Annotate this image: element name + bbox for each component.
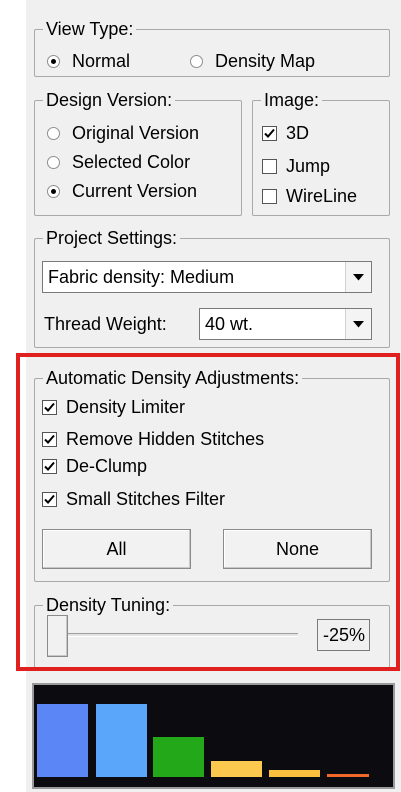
- radio-original-version-label: Original Version: [72, 122, 200, 143]
- all-button[interactable]: All: [42, 529, 191, 569]
- checkbox-wireline-label: WireLine: [286, 185, 358, 206]
- chevron-down-icon[interactable]: [345, 262, 371, 292]
- checkbox-3d-label: 3D: [286, 122, 310, 143]
- design-version-legend: Design Version:: [43, 89, 176, 111]
- histogram-bar: [269, 770, 320, 777]
- checkbox-density-limiter[interactable]: Density Limiter: [42, 396, 185, 418]
- radio-density-map-indicator[interactable]: [190, 54, 203, 68]
- checkbox-remove-hidden-stitches-box[interactable]: [42, 431, 57, 447]
- thread-weight-label: Thread Weight:: [44, 313, 167, 335]
- radio-normal[interactable]: Normal: [47, 50, 130, 72]
- checkbox-small-stitches-filter-box[interactable]: [42, 491, 57, 507]
- histogram-bar: [37, 704, 88, 777]
- radio-current-version-label: Current Version: [72, 180, 198, 201]
- checkbox-de-clump[interactable]: De-Clump: [42, 455, 147, 477]
- density-tuning-slider-thumb[interactable]: [47, 615, 68, 657]
- radio-original-version-indicator[interactable]: [47, 126, 60, 140]
- radio-selected-color[interactable]: Selected Color: [47, 151, 190, 173]
- radio-selected-color-indicator[interactable]: [47, 155, 60, 169]
- checkbox-small-stitches-filter[interactable]: Small Stitches Filter: [42, 488, 225, 510]
- checkbox-de-clump-label: De-Clump: [66, 455, 148, 476]
- density-tuning-slider-track[interactable]: [56, 633, 298, 637]
- image-legend: Image:: [261, 89, 323, 111]
- radio-selected-color-label: Selected Color: [72, 151, 191, 172]
- radio-original-version[interactable]: Original Version: [47, 122, 199, 144]
- checkbox-density-limiter-label: Density Limiter: [66, 396, 186, 417]
- checkbox-de-clump-box[interactable]: [42, 458, 57, 474]
- thread-weight-select[interactable]: 40 wt.: [199, 308, 372, 340]
- histogram-bar: [211, 761, 262, 777]
- fabric-density-value: Fabric density: Medium: [48, 266, 235, 287]
- thread-weight-label-text: Thread Weight:: [44, 313, 167, 334]
- checkbox-wireline-box[interactable]: [262, 188, 277, 204]
- density-tuning-legend: Density Tuning:: [43, 594, 174, 616]
- thread-weight-value: 40 wt.: [205, 313, 254, 334]
- none-button[interactable]: None: [223, 529, 372, 569]
- histogram-bar: [96, 704, 147, 777]
- auto-density-legend: Automatic Density Adjustments:: [43, 367, 303, 389]
- view-type-legend: View Type:: [43, 18, 137, 40]
- histogram-chart: [37, 704, 369, 777]
- checkbox-remove-hidden-stitches[interactable]: Remove Hidden Stitches: [42, 428, 264, 450]
- histogram-bar: [327, 774, 369, 777]
- checkbox-wireline[interactable]: WireLine: [262, 185, 357, 207]
- radio-normal-indicator[interactable]: [47, 54, 60, 68]
- chevron-down-icon[interactable]: [345, 309, 371, 339]
- density-histogram: [32, 683, 395, 789]
- checkbox-3d[interactable]: 3D: [262, 122, 309, 144]
- checkbox-small-stitches-filter-label: Small Stitches Filter: [66, 488, 226, 509]
- checkbox-jump-box[interactable]: [262, 158, 277, 174]
- histogram-bar: [153, 737, 204, 777]
- density-tuning-value: -25%: [317, 619, 370, 651]
- checkbox-jump[interactable]: Jump: [262, 155, 330, 177]
- project-settings-legend: Project Settings:: [43, 227, 181, 249]
- checkbox-3d-box[interactable]: [262, 125, 277, 141]
- radio-normal-label: Normal: [72, 50, 131, 71]
- checkbox-remove-hidden-stitches-label: Remove Hidden Stitches: [66, 428, 265, 449]
- radio-current-version-indicator[interactable]: [47, 184, 60, 198]
- radio-density-map[interactable]: Density Map: [190, 50, 315, 72]
- radio-current-version[interactable]: Current Version: [47, 180, 197, 202]
- checkbox-jump-label: Jump: [286, 155, 331, 176]
- radio-density-map-label: Density Map: [215, 50, 316, 71]
- fabric-density-select[interactable]: Fabric density: Medium: [42, 261, 372, 293]
- checkbox-density-limiter-box[interactable]: [42, 399, 57, 415]
